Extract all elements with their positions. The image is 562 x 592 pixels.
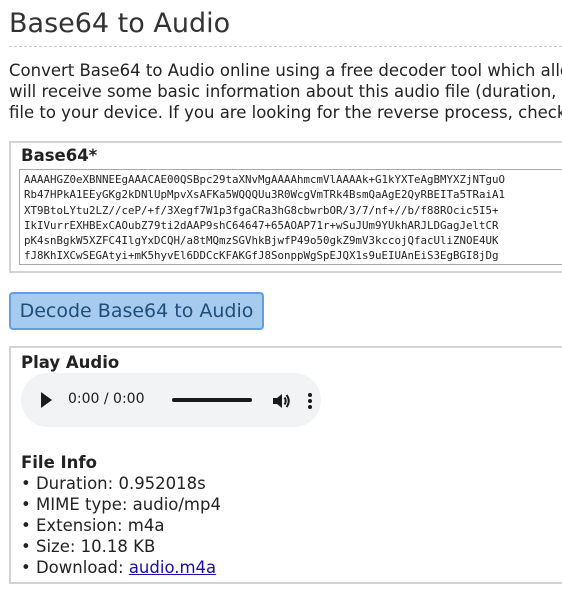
- base64-line: IkIVurrEXHBExCAOubZ79ti2dAAP9shC64647+65…: [24, 218, 499, 232]
- extension-item: • Extension: m4a: [21, 516, 165, 535]
- base64-line: fJ8KhIXCwSEGAtyi+mK5hyvEl6DDCcKFAKGfJ8So…: [24, 249, 499, 263]
- intro-line: file to your device. If you are looking …: [9, 103, 562, 122]
- base64-line: XT9BtoLYtu2LZ//ceP/+f/3Xegf7W1p3fgaCRa3h…: [24, 203, 499, 217]
- mime-item: • MIME type: audio/mp4: [21, 495, 221, 514]
- size-item: • Size: 10.18 KB: [21, 537, 156, 556]
- duration-item: • Duration: 0.952018s: [21, 474, 206, 493]
- base64-line: AAAAHGZ0eXBNNEEgAAACAE00QSBpc29taXNvMgAA…: [24, 173, 506, 186]
- download-link[interactable]: audio.m4a: [129, 558, 216, 577]
- play-audio-label: Play Audio: [21, 353, 120, 372]
- time-display: 0:00 / 0:00: [68, 391, 145, 407]
- file-info-list: • Duration: 0.952018s • MIME type: audio…: [21, 473, 221, 578]
- audio-player[interactable]: 0:00 / 0:00: [21, 373, 321, 427]
- more-vertical-icon[interactable]: [307, 390, 313, 412]
- title-divider: [9, 46, 562, 47]
- download-item: • Download: audio.m4a: [21, 557, 221, 578]
- volume-icon[interactable]: [271, 391, 293, 411]
- base64-label: Base64*: [21, 146, 98, 165]
- file-info-label: File Info: [21, 453, 97, 472]
- decode-button[interactable]: Decode Base64 to Audio: [9, 292, 264, 330]
- download-prefix: • Download:: [21, 558, 129, 577]
- intro-line: Convert Base64 to Audio online using a f…: [9, 61, 562, 80]
- intro-paragraph: Convert Base64 to Audio online using a f…: [9, 60, 562, 123]
- base64-line: pK4snBgkW5XZFC4IlgYxDCQH/a8tMQmzSGVhkBjw…: [24, 234, 499, 248]
- base64-line: Rb47HPkA1EEyGKg2kDNlUpMpvXsAFKa5WQQQUu3R…: [24, 188, 506, 202]
- progress-track[interactable]: [172, 398, 252, 402]
- intro-line: will receive some basic information abou…: [9, 82, 562, 101]
- play-icon[interactable]: [41, 392, 52, 408]
- base64-textarea[interactable]: AAAAHGZ0eXBNNEEgAAACAE00QSBpc29taXNvMgAA…: [19, 169, 562, 265]
- page-title: Base64 to Audio: [9, 8, 231, 39]
